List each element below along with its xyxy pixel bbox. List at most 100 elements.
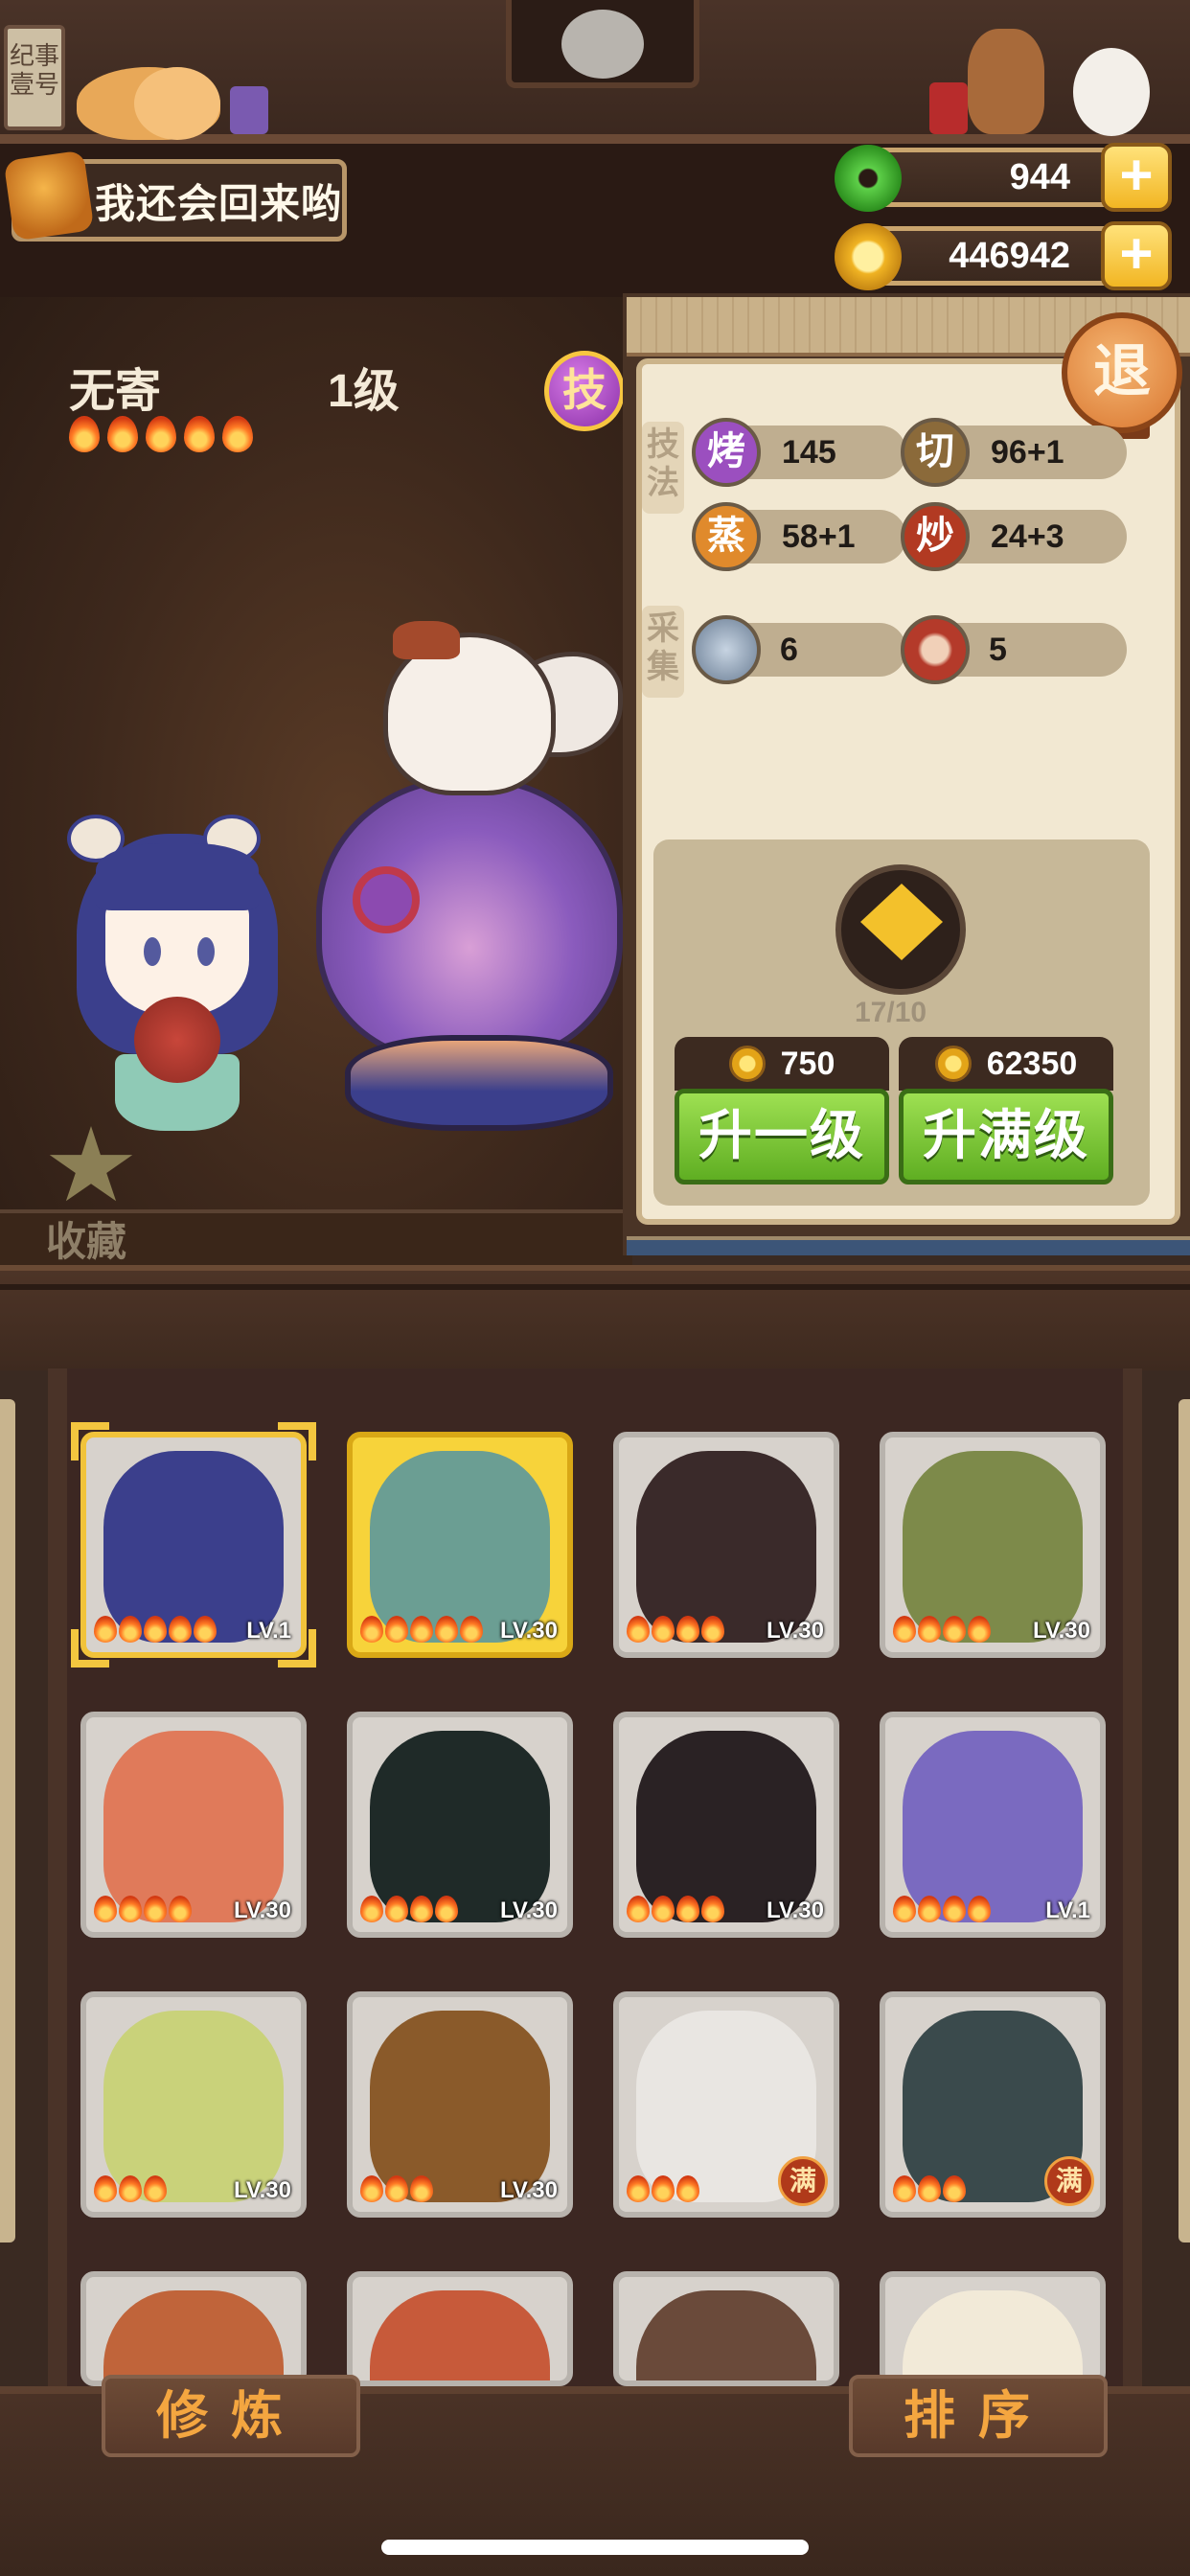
roster-card[interactable]: 满 bbox=[613, 1991, 839, 2218]
flame-icon bbox=[144, 1896, 167, 1922]
flame-icon bbox=[893, 2175, 916, 2202]
flame-icon bbox=[652, 1896, 675, 1922]
sort-button[interactable]: 排序 bbox=[849, 2375, 1108, 2457]
flame-icon bbox=[144, 1616, 167, 1643]
flame-icon bbox=[918, 2175, 941, 2202]
flame-icon bbox=[360, 2175, 383, 2202]
roster-card[interactable]: LV.30 bbox=[80, 1712, 307, 1938]
flame-icon bbox=[169, 1616, 192, 1643]
flame-icon bbox=[144, 2175, 167, 2202]
roster-card-rarity bbox=[94, 1896, 192, 1922]
flame-icon bbox=[194, 1616, 217, 1643]
tabby-cat-head bbox=[134, 67, 220, 140]
roster-card[interactable]: LV.30 bbox=[613, 1432, 839, 1658]
flame-icon bbox=[460, 1616, 483, 1643]
coin-icon bbox=[728, 1046, 766, 1082]
flame-icon bbox=[94, 2175, 117, 2202]
flame-icon bbox=[701, 1896, 724, 1922]
technique-section-label: 技法 bbox=[642, 422, 684, 514]
roster-card[interactable] bbox=[347, 2271, 573, 2386]
player-name: 我还会回来哟 bbox=[95, 180, 343, 226]
roster-card-portrait bbox=[636, 1731, 816, 1922]
roster-card[interactable]: LV.30 bbox=[613, 1712, 839, 1938]
flame-icon bbox=[893, 1896, 916, 1922]
roster-card-rarity bbox=[360, 2175, 433, 2202]
selection-corner bbox=[278, 1629, 316, 1668]
roster-card[interactable] bbox=[613, 2271, 839, 2386]
roster-card[interactable]: 满 bbox=[880, 1991, 1106, 2218]
flame-icon bbox=[652, 2175, 675, 2202]
exit-button[interactable]: 退 bbox=[1062, 312, 1182, 433]
roster-card-level: LV.1 bbox=[1045, 1898, 1090, 1923]
stat-fish: 6 bbox=[692, 615, 906, 684]
roster-card[interactable]: LV.30 bbox=[880, 1432, 1106, 1658]
roster-card-rarity bbox=[94, 1616, 217, 1643]
skill-button[interactable]: 技 bbox=[544, 351, 625, 431]
chef-eye-left bbox=[144, 937, 161, 966]
cut-icon: 切 bbox=[901, 418, 970, 487]
fry-icon: 炒 bbox=[901, 502, 970, 571]
character-rarity bbox=[69, 416, 253, 452]
flame-icon bbox=[410, 2175, 433, 2202]
roster-card[interactable]: LV.30 bbox=[80, 1991, 307, 2218]
player-name-tag[interactable]: 我还会回来哟 bbox=[3, 150, 347, 242]
flame-icon bbox=[676, 2175, 699, 2202]
shelf-sign: 纪事 壹号 bbox=[4, 25, 65, 130]
flame-icon bbox=[918, 1896, 941, 1922]
flame-icon bbox=[69, 416, 100, 452]
roster-card-portrait bbox=[103, 1731, 284, 1922]
roster-card[interactable]: LV.1 bbox=[880, 1712, 1106, 1938]
roster-card-rarity bbox=[627, 1896, 724, 1922]
meat-icon bbox=[901, 615, 970, 684]
train-button[interactable]: 修炼 bbox=[102, 2375, 360, 2457]
flame-icon bbox=[627, 2175, 650, 2202]
roster-card[interactable] bbox=[80, 2271, 307, 2386]
upgrade-max-cost: 62350 bbox=[899, 1037, 1113, 1091]
upgrade-one-cost: 750 bbox=[675, 1037, 889, 1091]
upgrade-max-button[interactable]: 升满级 bbox=[899, 1089, 1113, 1184]
favorite-label[interactable]: 收藏 bbox=[46, 1209, 126, 1268]
left-shelf-edge bbox=[0, 1399, 15, 2242]
selection-corner bbox=[71, 1629, 109, 1668]
roster-header-divider bbox=[0, 1284, 1190, 1290]
flame-icon bbox=[385, 1616, 408, 1643]
roster-card[interactable]: LV.30 bbox=[347, 1712, 573, 1938]
coin-value: 446942 bbox=[949, 235, 1070, 276]
flame-icon bbox=[943, 2175, 966, 2202]
roster-card[interactable]: LV.30 bbox=[347, 1432, 573, 1658]
flame-icon bbox=[943, 1896, 966, 1922]
roster-card-level: LV.30 bbox=[233, 2177, 291, 2203]
flame-icon bbox=[385, 1896, 408, 1922]
stat-fry: 炒 24+3 bbox=[901, 502, 1127, 571]
flame-icon bbox=[119, 2175, 142, 2202]
selection-corner bbox=[71, 1422, 109, 1460]
stat-cut: 切 96+1 bbox=[901, 418, 1127, 487]
flame-icon bbox=[893, 1616, 916, 1643]
character-name: 无寄 bbox=[69, 366, 162, 417]
roster-card-portrait bbox=[903, 2290, 1083, 2380]
roster-card[interactable]: LV.30 bbox=[347, 1991, 573, 2218]
jade-add-button[interactable]: + bbox=[1101, 143, 1172, 212]
jar-decoration bbox=[230, 86, 268, 134]
roster-card-level: LV.30 bbox=[499, 2177, 558, 2203]
chef-eye-right bbox=[197, 937, 215, 966]
stat-roast-value: 145 bbox=[782, 433, 836, 471]
upgrade-one-button[interactable]: 升一级 bbox=[675, 1089, 889, 1184]
stat-steam: 蒸 58+1 bbox=[692, 502, 906, 571]
roster-card-level: LV.30 bbox=[766, 1898, 824, 1923]
roster-card-portrait bbox=[103, 2011, 284, 2202]
roster-card[interactable]: LV.1 bbox=[80, 1432, 307, 1658]
flame-icon bbox=[652, 1616, 675, 1643]
fish-icon bbox=[692, 615, 761, 684]
roster-card-portrait bbox=[103, 2290, 284, 2380]
roster-header-bar bbox=[0, 1265, 1190, 1370]
home-indicator[interactable] bbox=[381, 2540, 809, 2555]
jade-value: 944 bbox=[1009, 156, 1070, 197]
coin-add-button[interactable]: + bbox=[1101, 221, 1172, 290]
flame-icon bbox=[360, 1896, 383, 1922]
stat-roast: 烤 145 bbox=[692, 418, 906, 487]
roster-card[interactable] bbox=[880, 2271, 1106, 2386]
right-shelf-edge bbox=[1179, 1399, 1190, 2242]
flame-icon bbox=[676, 1616, 699, 1643]
stat-cut-value: 96+1 bbox=[991, 433, 1064, 471]
